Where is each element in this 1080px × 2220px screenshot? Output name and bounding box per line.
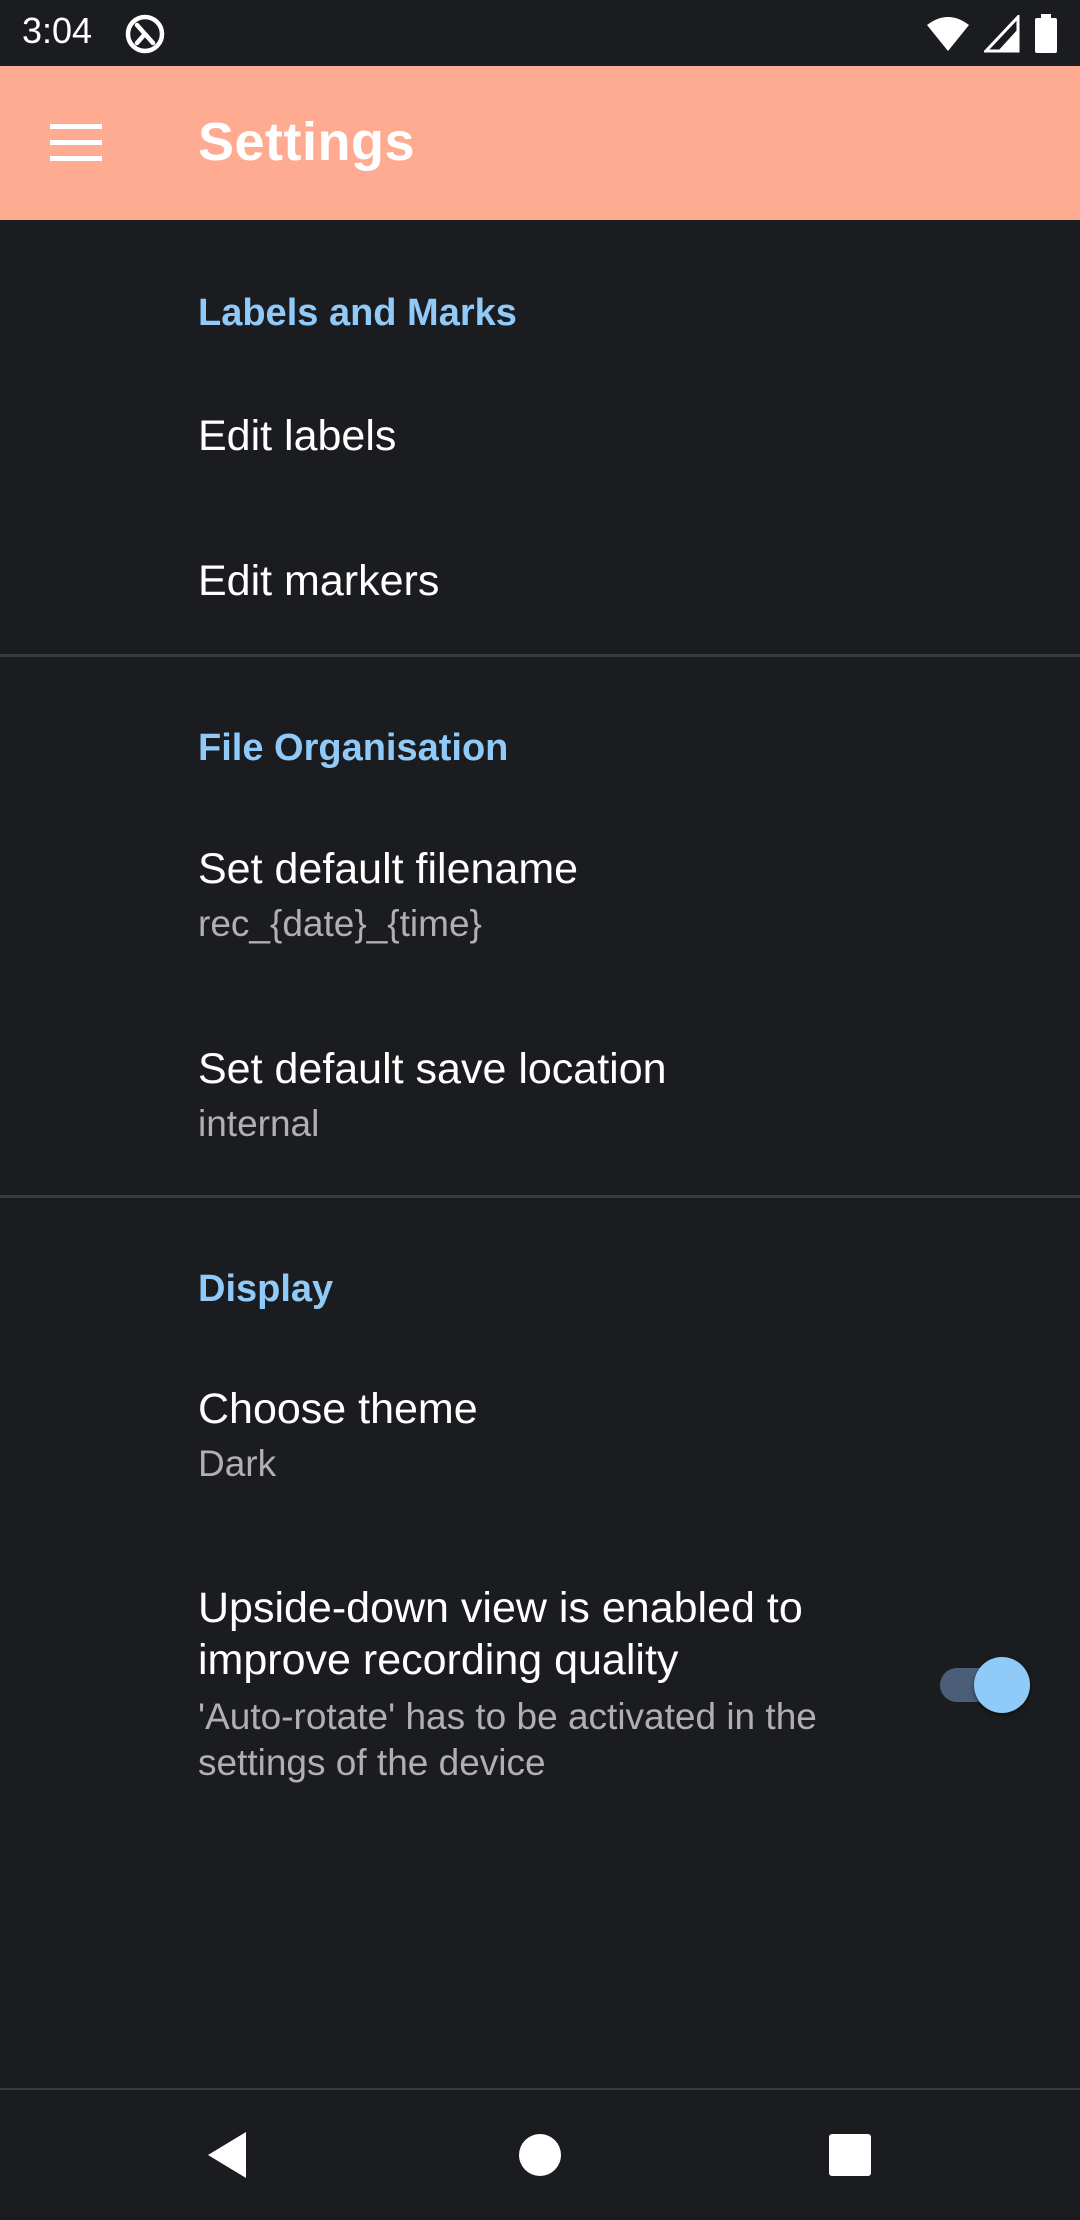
section-header-file-organisation: File Organisation [198,727,509,769]
default-filename-value: rec_{date}_{time} [198,903,482,944]
section-divider [0,1195,1080,1198]
cell-signal-icon [984,15,1020,53]
hamburger-menu-icon[interactable] [48,122,104,164]
status-time: 3:04 [22,10,93,51]
choose-theme-title: Choose theme [198,1385,478,1433]
section-divider [0,654,1080,657]
page-title: Settings [198,112,416,172]
back-icon[interactable] [190,2120,260,2190]
recents-icon[interactable] [815,2120,885,2190]
default-save-location-title: Set default save location [198,1045,667,1093]
status-bar: 3:04 [0,0,1080,66]
edit-labels-item[interactable]: Edit labels [0,370,1080,510]
switch-thumb [974,1657,1030,1713]
upside-down-view-title: Upside-down view is enabled to improve r… [198,1584,803,1684]
default-filename-title: Set default filename [198,845,579,893]
home-icon[interactable] [505,2120,575,2190]
upside-down-view-summary: 'Auto-rotate' has to be activated in the… [198,1696,817,1783]
settings-screen: 3:04 Settings Labels and Marks Edit labe… [0,0,1080,2220]
choose-theme-value: Dark [198,1443,277,1484]
app-notification-icon [125,14,165,54]
edit-labels-title: Edit labels [198,412,397,460]
section-header-labels-marks: Labels and Marks [198,292,517,334]
default-filename-item[interactable]: Set default filename rec_{date}_{time} [0,815,1080,1005]
app-bar: Settings [0,66,1080,220]
section-header-display: Display [198,1268,334,1310]
default-save-location-item[interactable]: Set default save location internal [0,1015,1080,1195]
edit-markers-title: Edit markers [198,557,440,605]
upside-down-view-switch[interactable] [936,1657,1030,1713]
edit-markers-item[interactable]: Edit markers [0,515,1080,655]
status-icons [926,14,1058,54]
default-save-location-value: internal [198,1103,320,1144]
navigation-bar [0,2090,1080,2220]
choose-theme-item[interactable]: Choose theme Dark [0,1355,1080,1535]
upside-down-view-item[interactable]: Upside-down view is enabled to improve r… [0,1560,1080,1810]
wifi-icon [927,17,969,51]
battery-icon [1035,14,1057,53]
